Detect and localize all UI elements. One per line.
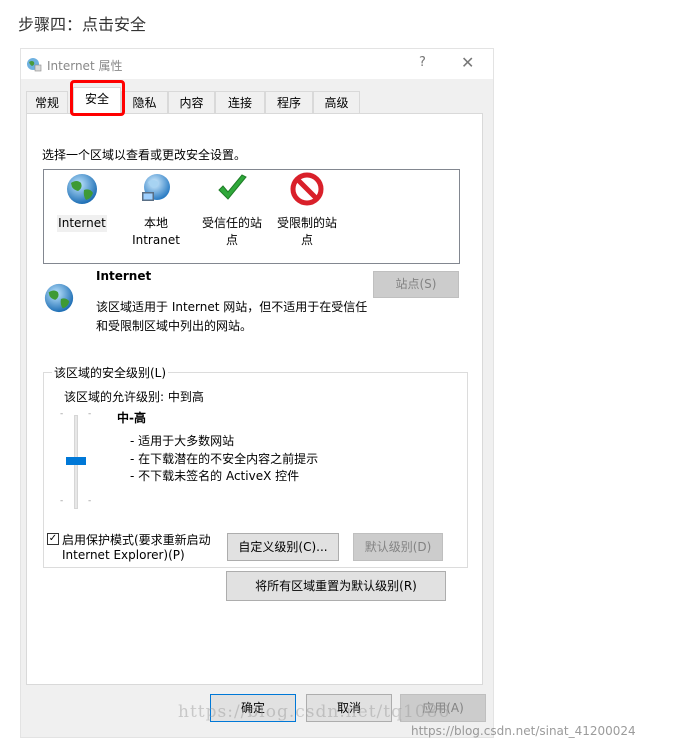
tab-content[interactable]: 内容 xyxy=(168,91,215,113)
tab-connections[interactable]: 连接 xyxy=(215,91,265,113)
zone-list: Internet 本地 Intranet 受信任的站 点 受限制的站 点 xyxy=(43,169,460,264)
security-level-name: 中-高 xyxy=(117,411,146,425)
green-check-icon xyxy=(218,174,247,200)
protected-mode-checkbox[interactable]: ✓ xyxy=(47,533,59,545)
watermark-corner: https://blog.csdn.net/sinat_41200024 xyxy=(411,724,636,738)
security-tab-panel: 选择一个区域以查看或更改安全设置。 Internet 本地 Intranet 受… xyxy=(26,113,483,685)
tab-programs[interactable]: 程序 xyxy=(265,91,313,113)
custom-level-button[interactable]: 自定义级别(C)... xyxy=(227,533,339,561)
reset-all-zones-button[interactable]: 将所有区域重置为默认级别(R) xyxy=(226,571,446,601)
help-button[interactable]: ? xyxy=(419,55,426,70)
tab-label: 常规 xyxy=(34,96,59,110)
sites-button[interactable]: 站点(S) xyxy=(373,271,459,298)
level-bullet: - 在下载潜在的不安全内容之前提示 xyxy=(130,452,319,466)
selected-zone-globe-icon xyxy=(44,283,74,313)
selected-zone-description-2: 和受限制区域中列出的网站。 xyxy=(96,319,253,333)
slider-tick: - xyxy=(60,496,64,506)
slider-tick: - xyxy=(88,409,92,419)
close-button[interactable]: ✕ xyxy=(461,53,474,72)
security-level-group-title: 该区域的安全级别(L) xyxy=(52,364,169,381)
internet-properties-dialog: Internet 属性 ? ✕ 常规 安全 隐私 内容 连接 程序 高级 选择一… xyxy=(20,48,494,738)
zone-instruction: 选择一个区域以查看或更改安全设置。 xyxy=(42,148,247,162)
highlight-annotation-box xyxy=(70,80,125,116)
slider-tick: - xyxy=(60,409,64,419)
level-bullet: - 适用于大多数网站 xyxy=(130,434,235,448)
zone-intranet-label-1: 本地 xyxy=(143,216,168,230)
window-title: Internet 属性 xyxy=(47,59,123,73)
protected-mode-label-2: Internet Explorer)(P) xyxy=(62,548,185,562)
default-level-button[interactable]: 默认级别(D) xyxy=(353,533,443,561)
globe-icon xyxy=(67,174,97,204)
zone-internet[interactable]: Internet xyxy=(45,172,119,232)
zone-restricted-sites[interactable]: 受限制的站 点 xyxy=(270,172,344,249)
zone-restricted-label-1: 受限制的站 xyxy=(276,216,337,230)
selected-zone-description-1: 该区域适用于 Internet 网站，但不适用于在受信任 xyxy=(96,300,368,314)
network-globe-icon xyxy=(142,174,170,201)
tab-label: 程序 xyxy=(276,96,301,110)
allowed-levels-text: 该区域的允许级别: 中到高 xyxy=(64,390,204,404)
tab-privacy[interactable]: 隐私 xyxy=(121,91,168,113)
red-no-icon xyxy=(290,172,324,206)
tab-label: 高级 xyxy=(324,96,349,110)
internet-options-icon xyxy=(27,58,42,72)
tab-label: 内容 xyxy=(179,96,204,110)
zone-internet-label: Internet xyxy=(57,215,107,232)
zone-trusted-label-2: 点 xyxy=(225,233,238,247)
tab-label: 隐私 xyxy=(132,96,157,110)
zone-trusted-sites[interactable]: 受信任的站 点 xyxy=(195,172,269,249)
title-bar: Internet 属性 ? ✕ xyxy=(21,49,493,79)
selected-zone-name: Internet xyxy=(96,269,152,283)
zone-local-intranet[interactable]: 本地 Intranet xyxy=(119,172,193,249)
zone-intranet-label-2: Intranet xyxy=(132,233,180,247)
level-bullet: - 不下载未签名的 ActiveX 控件 xyxy=(130,469,300,483)
page-heading: 步骤四：点击安全 xyxy=(18,15,147,34)
tab-label: 连接 xyxy=(227,96,252,110)
watermark-center: https://blog.csdn.net/tq1086 xyxy=(178,702,451,722)
slider-tick: - xyxy=(88,496,92,506)
zone-restricted-label-2: 点 xyxy=(300,233,313,247)
protected-mode-label-1: 启用保护模式(要求重新启动 xyxy=(62,533,211,547)
zone-trusted-label-1: 受信任的站 xyxy=(201,216,262,230)
security-level-slider-thumb[interactable] xyxy=(66,457,86,465)
tab-general[interactable]: 常规 xyxy=(26,91,68,113)
tab-advanced[interactable]: 高级 xyxy=(313,91,360,113)
